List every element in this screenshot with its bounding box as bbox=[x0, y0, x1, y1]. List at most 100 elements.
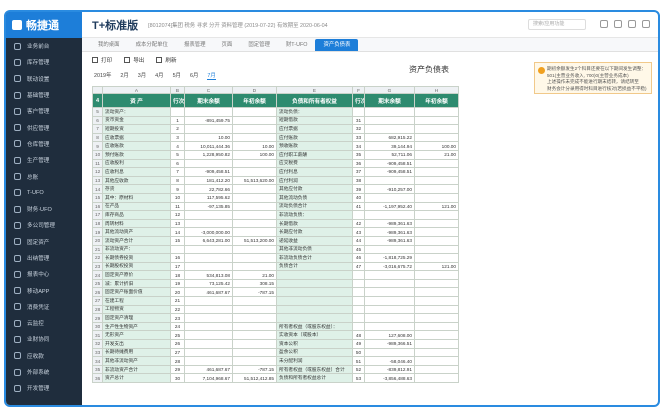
table-cell[interactable] bbox=[414, 313, 459, 323]
table-cell[interactable]: 21.00 bbox=[232, 270, 277, 280]
table-cell[interactable]: 27 bbox=[170, 347, 185, 358]
table-cell[interactable] bbox=[170, 244, 185, 255]
table-cell[interactable]: 51,513,200.00 bbox=[232, 235, 277, 246]
table-cell[interactable]: -989,361.63 bbox=[364, 227, 415, 237]
table-cell[interactable]: -3,000,000.00 bbox=[184, 227, 233, 237]
table-cell[interactable]: -3,016,675.72 bbox=[364, 261, 415, 272]
sidebar-item[interactable]: 消费凭证 bbox=[6, 299, 82, 315]
table-cell[interactable] bbox=[184, 124, 233, 134]
table-cell[interactable]: 51 bbox=[352, 356, 365, 366]
table-cell[interactable] bbox=[364, 313, 415, 323]
table-cell[interactable]: 39,144.94 bbox=[364, 141, 415, 151]
table-cell[interactable]: 无形资产 bbox=[102, 330, 171, 341]
table-cell[interactable]: 长期应付款 bbox=[276, 227, 353, 237]
table-cell[interactable]: 应收股利 bbox=[102, 158, 171, 169]
print-button[interactable]: 打印 bbox=[92, 56, 112, 64]
table-cell[interactable]: -909,458.51 bbox=[364, 158, 415, 169]
table-cell[interactable]: 工程物资 bbox=[102, 304, 171, 315]
table-cell[interactable] bbox=[276, 304, 353, 315]
table-cell[interactable] bbox=[232, 321, 277, 332]
sidebar-item[interactable]: 库存管理 bbox=[6, 54, 82, 70]
table-cell[interactable]: 非流动资产合计 bbox=[102, 364, 171, 375]
table-cell[interactable]: 长期股权投资 bbox=[102, 261, 171, 272]
table-cell[interactable]: 非流动资产： bbox=[102, 244, 171, 255]
sidebar-item[interactable]: 财务·UFO bbox=[6, 201, 82, 217]
tab[interactable]: 我的桌面 bbox=[90, 39, 128, 51]
table-cell[interactable]: 减：累计折旧 bbox=[102, 278, 171, 289]
table-cell[interactable] bbox=[184, 253, 233, 263]
table-cell[interactable] bbox=[232, 261, 277, 272]
table-cell[interactable] bbox=[364, 270, 415, 280]
table-cell[interactable] bbox=[352, 313, 365, 323]
table-cell[interactable]: 短期投资 bbox=[102, 124, 171, 134]
table-cell[interactable]: 43 bbox=[352, 227, 365, 237]
table-cell[interactable] bbox=[352, 296, 365, 306]
sidebar-item[interactable]: 客户管理 bbox=[6, 103, 82, 119]
table-cell[interactable] bbox=[414, 373, 459, 383]
table-cell[interactable]: 181,412.20 bbox=[184, 175, 233, 186]
month-option[interactable]: 7月 bbox=[207, 71, 216, 80]
table-cell[interactable]: 52 bbox=[352, 364, 365, 375]
export-button[interactable]: 导出 bbox=[124, 56, 144, 64]
table-cell[interactable]: 应收利息 bbox=[102, 167, 171, 177]
table-cell[interactable]: 应交税费 bbox=[276, 158, 353, 169]
table-cell[interactable]: 42 bbox=[352, 218, 365, 229]
table-cell[interactable]: 308.15 bbox=[232, 278, 277, 289]
table-cell[interactable] bbox=[414, 227, 459, 237]
table-cell[interactable] bbox=[232, 244, 277, 255]
table-cell[interactable]: 534,813.08 bbox=[184, 270, 233, 280]
table-cell[interactable] bbox=[352, 304, 365, 315]
sidebar-item[interactable]: 供应管理 bbox=[6, 119, 82, 135]
table-cell[interactable] bbox=[184, 339, 233, 349]
table-cell[interactable] bbox=[276, 270, 353, 280]
table-cell[interactable] bbox=[414, 107, 459, 117]
table-cell[interactable] bbox=[352, 321, 365, 332]
table-cell[interactable]: 26 bbox=[170, 339, 185, 349]
table-cell[interactable] bbox=[232, 158, 277, 169]
table-cell[interactable] bbox=[232, 124, 277, 134]
table-cell[interactable] bbox=[232, 313, 277, 323]
table-cell[interactable] bbox=[232, 184, 277, 194]
table-cell[interactable]: 应付职工薪酬 bbox=[276, 149, 353, 160]
table-cell[interactable] bbox=[184, 210, 233, 220]
table-cell[interactable]: 100.00 bbox=[232, 149, 277, 160]
table-cell[interactable] bbox=[364, 175, 415, 186]
table-cell[interactable] bbox=[232, 132, 277, 143]
table-cell[interactable] bbox=[414, 321, 459, 332]
table-cell[interactable] bbox=[414, 132, 459, 143]
tab[interactable]: 页面 bbox=[214, 39, 241, 51]
sidebar-item[interactable]: 总账 bbox=[6, 168, 82, 184]
table-cell[interactable]: 682,915.22 bbox=[364, 132, 415, 143]
table-cell[interactable]: 44 bbox=[352, 235, 365, 246]
table-cell[interactable]: 其他非流动资产 bbox=[102, 356, 171, 366]
table-cell[interactable]: 非流动负债： bbox=[276, 210, 353, 220]
sidebar-item[interactable]: 固定资产 bbox=[6, 234, 82, 250]
table-cell[interactable]: -989,361.63 bbox=[364, 218, 415, 229]
table-cell[interactable]: 35 bbox=[352, 149, 365, 160]
table-cell[interactable]: 2 bbox=[170, 124, 185, 134]
table-cell[interactable]: 34 bbox=[352, 141, 365, 151]
table-cell[interactable]: 30 bbox=[170, 373, 185, 383]
table-cell[interactable]: 45 bbox=[352, 244, 365, 255]
table-cell[interactable] bbox=[352, 270, 365, 280]
table-cell[interactable]: 32 bbox=[352, 124, 365, 134]
sidebar-item[interactable]: 联动设置 bbox=[6, 71, 82, 87]
table-cell[interactable] bbox=[364, 278, 415, 289]
table-cell[interactable]: 29 bbox=[170, 364, 185, 375]
table-cell[interactable] bbox=[170, 107, 185, 117]
table-cell[interactable]: 盈余公积 bbox=[276, 347, 353, 358]
table-cell[interactable] bbox=[414, 339, 459, 349]
table-cell[interactable]: 所有者权益（或股东权益）： bbox=[276, 321, 353, 332]
table-cell[interactable] bbox=[232, 330, 277, 341]
table-cell[interactable]: 24 bbox=[170, 321, 185, 332]
table-cell[interactable]: 负债合计 bbox=[276, 261, 353, 272]
sidebar-item[interactable]: 移动APP bbox=[6, 282, 82, 298]
table-cell[interactable] bbox=[232, 253, 277, 263]
table-cell[interactable]: 25 bbox=[170, 330, 185, 341]
table-cell[interactable]: 39 bbox=[352, 184, 365, 194]
table-cell[interactable] bbox=[414, 270, 459, 280]
table-cell[interactable]: 21.00 bbox=[414, 149, 459, 160]
table-cell[interactable]: -839,812.91 bbox=[364, 364, 415, 375]
table-cell[interactable]: 100.00 bbox=[414, 141, 459, 151]
table-cell[interactable] bbox=[364, 107, 415, 117]
